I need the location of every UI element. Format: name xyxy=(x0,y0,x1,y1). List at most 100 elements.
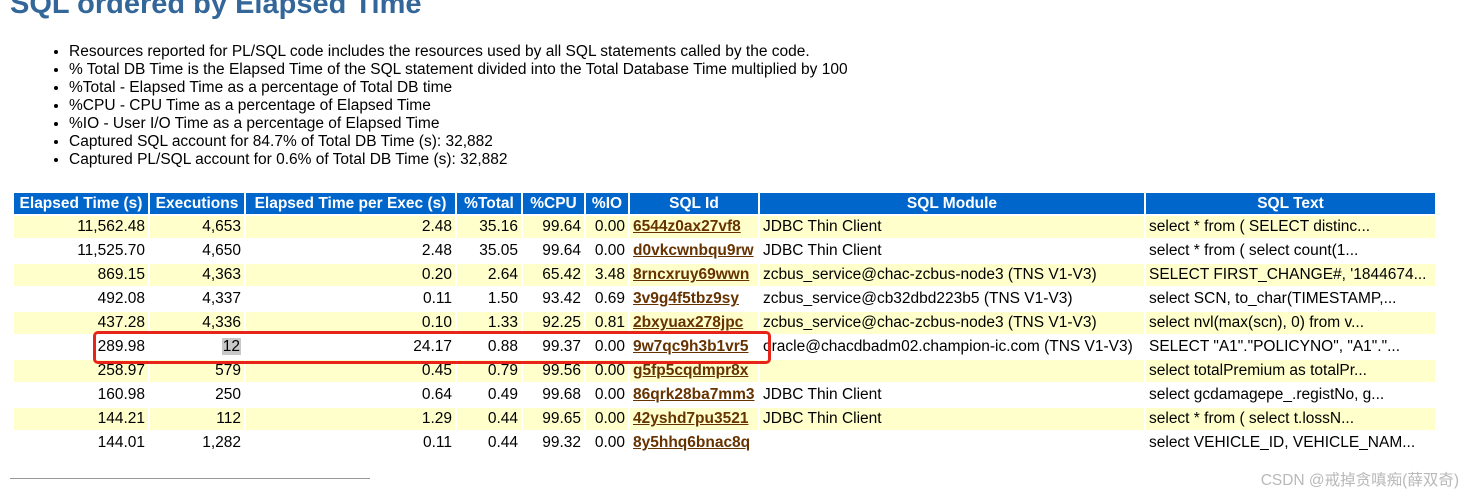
cell-executions: 112 xyxy=(150,408,244,430)
cell-total: 0.88 xyxy=(457,336,521,358)
sql-id-link[interactable]: 2bxyuax278jpc xyxy=(633,314,743,331)
note-item: Resources reported for PL/SQL code inclu… xyxy=(69,43,848,61)
cell-sql-id: 86qrk28ba7mm3 xyxy=(630,384,758,406)
col-sql-id: SQL Id xyxy=(630,193,758,214)
cell-elapsed: 160.98 xyxy=(14,384,148,406)
col-pct-io: %IO xyxy=(586,193,628,214)
cell-cpu: 99.68 xyxy=(523,384,584,406)
cell-per-exec: 0.64 xyxy=(246,384,455,406)
col-sql-module: SQL Module xyxy=(760,193,1144,214)
table-row: 11,525.70 4,650 2.48 35.05 99.64 0.00 d0… xyxy=(14,240,1435,262)
table-row-highlighted: 289.98 12 24.17 0.88 99.37 0.00 9w7qc9h3… xyxy=(14,336,1435,358)
cell-io: 0.00 xyxy=(586,216,628,238)
cell-cpu: 99.37 xyxy=(523,336,584,358)
cell-io: 0.81 xyxy=(586,312,628,334)
cell-io: 0.00 xyxy=(586,360,628,382)
table-row: 144.21 112 1.29 0.44 99.65 0.00 42yshd7p… xyxy=(14,408,1435,430)
sql-id-link[interactable]: 42yshd7pu3521 xyxy=(633,410,748,427)
col-elapsed-time: Elapsed Time (s) xyxy=(14,193,148,214)
cell-elapsed: 144.21 xyxy=(14,408,148,430)
cell-sql-id: 8rncxruy69wwn xyxy=(630,264,758,286)
cell-per-exec: 2.48 xyxy=(246,216,455,238)
cell-io: 0.00 xyxy=(586,432,628,454)
sql-id-link[interactable]: 3v9g4f5tbz9sy xyxy=(633,290,739,307)
cell-sql-id: 2bxyuax278jpc xyxy=(630,312,758,334)
cell-sql-id: d0vkcwnbqu9rw xyxy=(630,240,758,262)
cell-cpu: 99.64 xyxy=(523,216,584,238)
cell-sql-id: 42yshd7pu3521 xyxy=(630,408,758,430)
cell-total: 0.79 xyxy=(457,360,521,382)
sql-id-link[interactable]: 8y5hhq6bnac8q xyxy=(633,434,750,451)
note-item: %Total - Elapsed Time as a percentage of… xyxy=(69,79,848,97)
cell-executions: 579 xyxy=(150,360,244,382)
cell-total: 1.33 xyxy=(457,312,521,334)
divider-line xyxy=(10,478,370,479)
cell-per-exec: 1.29 xyxy=(246,408,455,430)
sql-id-link[interactable]: 86qrk28ba7mm3 xyxy=(633,386,755,403)
cell-sql-text: SELECT "A1"."POLICYNO", "A1"."... xyxy=(1146,336,1435,358)
cell-module: JDBC Thin Client xyxy=(760,384,1144,406)
cell-sql-text: select * from ( select count(1... xyxy=(1146,240,1435,262)
cell-total: 35.05 xyxy=(457,240,521,262)
cell-module xyxy=(760,360,1144,382)
cell-executions: 4,363 xyxy=(150,264,244,286)
cell-elapsed: 258.97 xyxy=(14,360,148,382)
cell-sql-text: select gcdamagepe_.registNo, g... xyxy=(1146,384,1435,406)
cell-sql-text: SELECT FIRST_CHANGE#, '1844674... xyxy=(1146,264,1435,286)
note-item: % Total DB Time is the Elapsed Time of t… xyxy=(69,61,848,79)
note-item: Captured SQL account for 84.7% of Total … xyxy=(69,133,848,151)
cell-sql-text: select nvl(max(scn), 0) from v... xyxy=(1146,312,1435,334)
cell-sql-text: select * from ( SELECT distinc... xyxy=(1146,216,1435,238)
cell-per-exec: 0.11 xyxy=(246,288,455,310)
sql-id-link[interactable]: 6544z0ax27vf8 xyxy=(633,218,741,235)
cell-sql-id: g5fp5cqdmpr8x xyxy=(630,360,758,382)
selected-text: 12 xyxy=(221,338,241,355)
cell-total: 0.44 xyxy=(457,432,521,454)
table-row: 492.08 4,337 0.11 1.50 93.42 0.69 3v9g4f… xyxy=(14,288,1435,310)
watermark-text: CSDN @戒掉贪嗔痴(薛双奇) xyxy=(1260,472,1459,489)
table-row: 869.15 4,363 0.20 2.64 65.42 3.48 8rncxr… xyxy=(14,264,1435,286)
sql-elapsed-table: Elapsed Time (s) Executions Elapsed Time… xyxy=(12,191,1437,456)
cell-sql-text: select totalPremium as totalPr... xyxy=(1146,360,1435,382)
sql-id-link[interactable]: 9w7qc9h3b1vr5 xyxy=(633,338,748,355)
sql-id-link[interactable]: d0vkcwnbqu9rw xyxy=(633,242,754,259)
cell-io: 0.69 xyxy=(586,288,628,310)
cell-sql-id: 9w7qc9h3b1vr5 xyxy=(630,336,758,358)
col-sql-text: SQL Text xyxy=(1146,193,1435,214)
cell-executions: 1,282 xyxy=(150,432,244,454)
cell-module: oracle@chacdbadm02.champion-ic.com (TNS … xyxy=(760,336,1144,358)
sql-id-link[interactable]: g5fp5cqdmpr8x xyxy=(633,362,748,379)
note-item: %IO - User I/O Time as a percentage of E… xyxy=(69,115,848,133)
cell-io: 0.00 xyxy=(586,408,628,430)
note-item: Captured PL/SQL account for 0.6% of Tota… xyxy=(69,151,848,169)
page-title: SQL ordered by Elapsed Time xyxy=(10,0,422,20)
cell-executions: 4,653 xyxy=(150,216,244,238)
cell-executions: 4,650 xyxy=(150,240,244,262)
table-row: 144.01 1,282 0.11 0.44 99.32 0.00 8y5hhq… xyxy=(14,432,1435,454)
cell-total: 35.16 xyxy=(457,216,521,238)
table-row: 11,562.48 4,653 2.48 35.16 99.64 0.00 65… xyxy=(14,216,1435,238)
cell-cpu: 92.25 xyxy=(523,312,584,334)
cell-cpu: 93.42 xyxy=(523,288,584,310)
cell-total: 2.64 xyxy=(457,264,521,286)
notes-list: Resources reported for PL/SQL code inclu… xyxy=(0,43,848,169)
cell-io: 0.00 xyxy=(586,336,628,358)
cell-sql-text: select SCN, to_char(TIMESTAMP,... xyxy=(1146,288,1435,310)
table-row: 437.28 4,336 0.10 1.33 92.25 0.81 2bxyua… xyxy=(14,312,1435,334)
cell-cpu: 99.56 xyxy=(523,360,584,382)
col-elapsed-per-exec: Elapsed Time per Exec (s) xyxy=(246,193,455,214)
table-row: 160.98 250 0.64 0.49 99.68 0.00 86qrk28b… xyxy=(14,384,1435,406)
sql-id-link[interactable]: 8rncxruy69wwn xyxy=(633,266,749,283)
cell-sql-id: 8y5hhq6bnac8q xyxy=(630,432,758,454)
cell-module xyxy=(760,432,1144,454)
cell-executions: 12 xyxy=(150,336,244,358)
cell-module: JDBC Thin Client xyxy=(760,216,1144,238)
cell-elapsed: 869.15 xyxy=(14,264,148,286)
cell-module: JDBC Thin Client xyxy=(760,408,1144,430)
cell-cpu: 99.32 xyxy=(523,432,584,454)
col-pct-total: %Total xyxy=(457,193,521,214)
cell-sql-text: select VEHICLE_ID, VEHICLE_NAM... xyxy=(1146,432,1435,454)
cell-per-exec: 0.10 xyxy=(246,312,455,334)
cell-per-exec: 0.11 xyxy=(246,432,455,454)
cell-executions: 250 xyxy=(150,384,244,406)
